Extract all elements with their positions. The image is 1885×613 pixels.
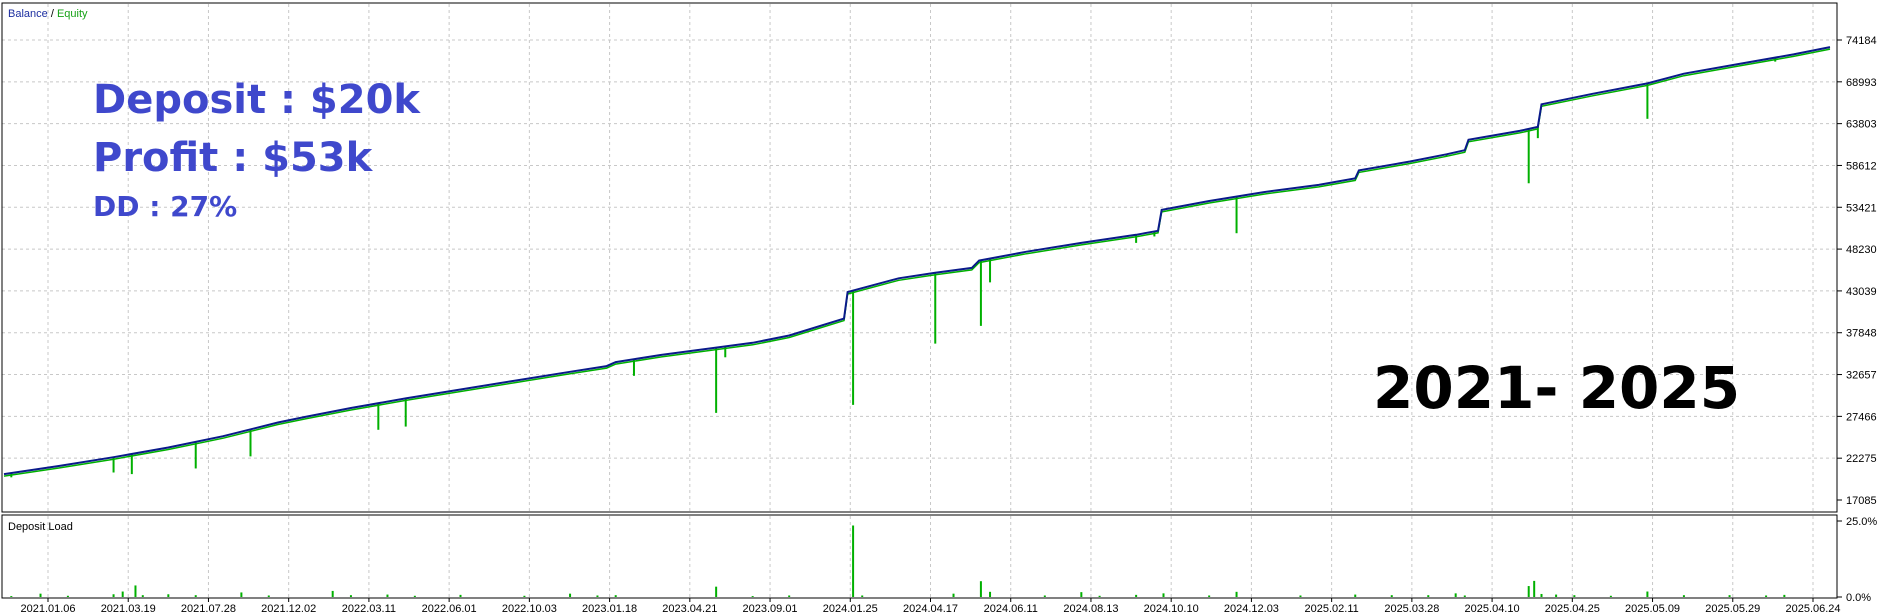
- profit-annotation: Profit : $53k: [93, 135, 374, 181]
- balance-equity-chart: 74184 68993 63803 58612 53421 48230 43039 37848…: [1, 2, 1877, 613]
- price-tick-label: 17085: [1846, 495, 1877, 507]
- date-tick-label: 2025.05.09: [1625, 603, 1680, 613]
- date-tick-label: 2024.04.17: [903, 603, 958, 613]
- price-tick-label: 43039: [1846, 286, 1877, 298]
- date-tick-label: 2024.06.11: [984, 603, 1038, 613]
- price-tick-label: 63803: [1846, 119, 1877, 131]
- date-tick-label: 2021.03.19: [101, 603, 156, 613]
- date-tick-label: 2023.01.18: [582, 603, 637, 613]
- date-tick-label: 2023.04.21: [662, 603, 717, 613]
- price-tick-label: 58612: [1846, 160, 1877, 172]
- date-tick-label: 2021.07.28: [181, 603, 236, 613]
- period-annotation: 2021- 2025: [1373, 354, 1740, 422]
- date-axis: 2021.01.06 2021.03.19 2021.07.28 2021.12.02…: [20, 598, 1841, 613]
- price-tick-label: 27466: [1846, 411, 1877, 423]
- date-tick-label: 2021.01.06: [20, 603, 75, 613]
- price-tick-label: 74184: [1846, 35, 1877, 47]
- date-tick-label: 2022.10.03: [502, 603, 557, 613]
- price-tick-label: 32657: [1846, 370, 1877, 382]
- legend-equity: Equity: [57, 8, 88, 20]
- load-tick-label: 0.0%: [1846, 592, 1871, 604]
- date-tick-label: 2022.06.01: [422, 603, 477, 613]
- date-tick-label: 2023.09.01: [743, 603, 798, 613]
- price-tick-label: 53421: [1846, 202, 1877, 214]
- price-tick-label: 37848: [1846, 328, 1877, 340]
- date-tick-label: 2025.06.24: [1785, 603, 1840, 613]
- load-tick-label: 25.0%: [1846, 516, 1877, 528]
- date-tick-label: 2024.12.03: [1224, 603, 1279, 613]
- date-tick-label: 2025.03.28: [1384, 603, 1439, 613]
- date-tick-label: 2022.03.11: [342, 603, 396, 613]
- legend-balance: Balance: [8, 8, 48, 20]
- deposit-load-panel-frame: [1, 514, 1838, 599]
- date-tick-label: 2024.08.13: [1063, 603, 1118, 613]
- deposit-load-bars: [10, 525, 1786, 597]
- date-tick-label: 2025.04.10: [1465, 603, 1520, 613]
- price-tick-label: 68993: [1846, 77, 1877, 89]
- legend-separator: /: [48, 8, 57, 20]
- date-tick-label: 2024.10.10: [1144, 603, 1199, 613]
- price-tick-label: 48230: [1846, 244, 1877, 256]
- deposit-annotation: Deposit : $20k: [93, 77, 421, 123]
- legend: Balance / Equity: [8, 8, 88, 20]
- price-tick-label: 22275: [1846, 453, 1877, 465]
- price-axis: 74184 68993 63803 58612 53421 48230 43039 37848…: [1837, 35, 1877, 507]
- date-tick-label: 2025.05.29: [1705, 603, 1760, 613]
- deposit-load-axis: 25.0% 0.0%: [1837, 516, 1877, 604]
- date-tick-label: 2025.02.11: [1305, 603, 1359, 613]
- drawdown-annotation: DD : 27%: [93, 190, 237, 223]
- deposit-load-title: Deposit Load: [8, 521, 73, 533]
- date-tick-label: 2024.01.25: [823, 603, 878, 613]
- date-tick-label: 2021.12.02: [261, 603, 316, 613]
- date-tick-label: 2025.04.25: [1545, 603, 1600, 613]
- deposit-load-grid: [47, 516, 1814, 597]
